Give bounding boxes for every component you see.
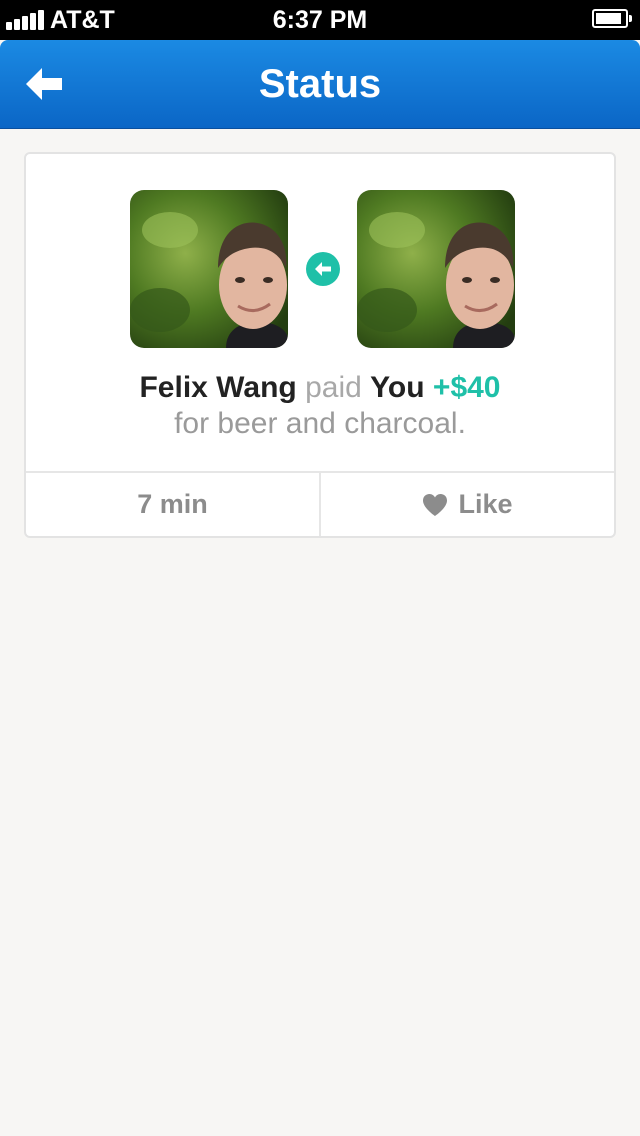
battery-level xyxy=(596,13,622,24)
payment-card: Felix Wang paid You +$40 for beer and ch… xyxy=(24,152,616,538)
back-button[interactable] xyxy=(14,54,74,114)
payment-memo: for beer and charcoal. xyxy=(174,407,466,440)
navigation-bar: Status xyxy=(0,40,640,128)
timestamp: 7 min xyxy=(137,489,208,519)
payer-avatar[interactable] xyxy=(130,190,288,348)
status-bar: AT&T 6:37 PM xyxy=(0,0,640,40)
payment-verb: paid xyxy=(305,371,362,404)
payee-name[interactable]: You xyxy=(370,371,424,404)
payment-summary: Felix Wang paid You +$40 xyxy=(26,370,614,406)
heart-icon xyxy=(423,493,448,516)
back-arrow-icon xyxy=(26,68,62,100)
arrow-left-icon xyxy=(306,252,340,286)
payee-avatar[interactable] xyxy=(357,190,515,348)
like-button[interactable]: Like xyxy=(321,473,614,536)
battery-icon xyxy=(592,9,632,28)
page-title: Status xyxy=(258,62,382,106)
like-label: Like xyxy=(458,489,513,519)
clock: 6:37 PM xyxy=(272,6,368,34)
payer-name[interactable]: Felix Wang xyxy=(139,371,296,404)
payment-amount: +$40 xyxy=(432,371,501,404)
